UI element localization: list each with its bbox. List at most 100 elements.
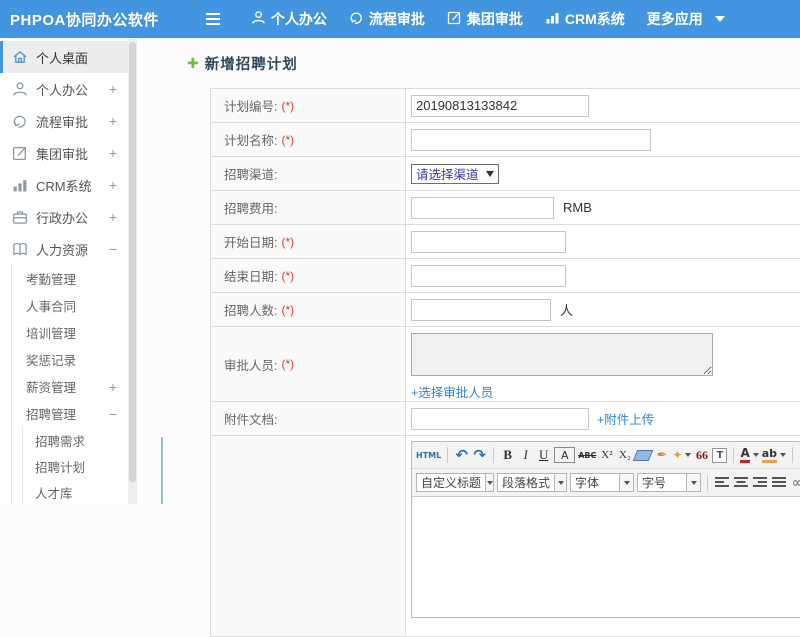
paste-as-text-button[interactable]: T	[712, 447, 728, 463]
font-size-select[interactable]: 字号	[637, 473, 701, 492]
sidebar-item-recruitment-demand[interactable]: 招聘需求	[23, 427, 128, 453]
blockquote-button[interactable]: 66	[694, 445, 709, 465]
nav-personal-office[interactable]: 个人办公	[251, 9, 327, 29]
expand-toggle[interactable]: +	[109, 177, 117, 193]
insert-link-button[interactable]: ∞	[790, 473, 800, 493]
sidebar-item-recruitment-plan[interactable]: 招聘计划	[23, 453, 128, 479]
subscript-button[interactable]: X₂	[617, 445, 632, 465]
font-box-button[interactable]: A	[554, 447, 576, 463]
edit-icon	[12, 145, 28, 161]
form-row-start-date: 开始日期: (*)	[211, 225, 800, 259]
magic-fill-button[interactable]: ✦	[672, 445, 692, 465]
sidebar-item-admin-office[interactable]: 行政办公 +	[0, 201, 128, 233]
align-justify-button[interactable]	[771, 476, 787, 489]
italic-button[interactable]: I	[518, 445, 533, 465]
start-date-input[interactable]	[411, 230, 566, 253]
sidebar-item-personnel-contract[interactable]: 人事合同	[12, 292, 128, 319]
hamburger-menu-icon[interactable]	[205, 12, 221, 26]
collapse-toggle[interactable]: −	[109, 406, 117, 422]
expand-toggle[interactable]: +	[109, 113, 117, 129]
recruit-cost-input[interactable]	[411, 196, 554, 219]
wand-icon: ✦	[672, 448, 683, 462]
plan-number-input[interactable]	[411, 94, 589, 117]
frame-edge-line	[161, 437, 163, 504]
attachment-input[interactable]	[411, 407, 589, 430]
editor-toolbar-row2: 自定义标题 段落格式 字体 字号 ∞	[412, 469, 800, 497]
html-source-button[interactable]: HTML	[416, 445, 441, 465]
form-row-approvers: 审批人员: (*) +选择审批人员	[211, 327, 800, 402]
select-caret-icon	[554, 474, 566, 491]
headcount-input[interactable]	[411, 298, 551, 321]
expand-toggle[interactable]: +	[109, 379, 117, 395]
sidebar-scrollbar[interactable]	[128, 38, 137, 504]
person-icon	[251, 10, 266, 28]
collapse-toggle[interactable]: −	[109, 241, 117, 257]
undo-button[interactable]: ↶	[454, 445, 469, 465]
nav-more-apps[interactable]: 更多应用	[647, 9, 725, 29]
custom-heading-select[interactable]: 自定义标题	[416, 473, 494, 492]
underline-button[interactable]: U	[536, 445, 551, 465]
sidebar-item-attendance-mgmt[interactable]: 考勤管理	[12, 265, 128, 292]
form-row-editor: HTML ↶ ↷ B I U A ABC X² X₂ ✒ ✦ 66 T A ab…	[211, 436, 800, 637]
form-row-end-date: 结束日期: (*)	[211, 259, 800, 293]
attachment-upload-link[interactable]: +附件上传	[597, 409, 654, 428]
select-caret-icon	[485, 170, 494, 177]
sidebar-item-salary-mgmt[interactable]: 薪资管理 +	[12, 373, 128, 400]
rich-text-editor: HTML ↶ ↷ B I U A ABC X² X₂ ✒ ✦ 66 T A ab…	[411, 441, 800, 618]
select-approvers-link[interactable]: +选择审批人员	[411, 382, 493, 401]
app-title: PHPOA协同办公软件	[10, 11, 159, 29]
scrollbar-thumb[interactable]	[129, 42, 136, 482]
highlight-color-button[interactable]: ab	[761, 445, 787, 465]
plan-name-input[interactable]	[411, 128, 651, 151]
bar-chart-icon	[12, 177, 28, 193]
sidebar-item-training-mgmt[interactable]: 培训管理	[12, 319, 128, 346]
end-date-input[interactable]	[411, 264, 566, 287]
sidebar-item-group-approval[interactable]: 集团审批 +	[0, 137, 128, 169]
caret-down-icon	[752, 453, 759, 457]
book-icon	[12, 241, 28, 257]
expand-toggle[interactable]: +	[109, 81, 117, 97]
align-right-button[interactable]	[752, 476, 768, 489]
channel-select[interactable]: 请选择渠道	[411, 163, 499, 184]
nav-workflow-approval[interactable]: 流程审批	[349, 9, 425, 29]
add-plus-icon: ✚	[187, 55, 199, 72]
sidebar-item-reward-punishment[interactable]: 奖惩记录	[12, 346, 128, 373]
sidebar-item-personal-desktop[interactable]: 个人桌面	[0, 41, 128, 73]
form-row-plan-number: 计划编号: (*)	[211, 89, 800, 123]
edit-icon	[447, 10, 462, 28]
sidebar-item-workflow-approval[interactable]: 流程审批 +	[0, 105, 128, 137]
briefcase-icon	[12, 209, 28, 225]
approvers-textarea[interactable]	[411, 333, 713, 376]
form-row-attachment: 附件文档: +附件上传	[211, 402, 800, 436]
font-family-select[interactable]: 字体	[570, 473, 634, 492]
sidebar-item-recruitment-mgmt[interactable]: 招聘管理 −	[12, 400, 128, 427]
hr-submenu: 考勤管理 人事合同 培训管理 奖惩记录 薪资管理 + 招聘管理 − 招聘需求 招…	[11, 265, 128, 505]
sidebar: 个人桌面 个人办公 + 流程审批 + 集团审批 + CRM系统 + 行政办公 +	[0, 38, 128, 505]
redo-button[interactable]: ↷	[472, 445, 487, 465]
select-caret-icon	[686, 474, 700, 491]
nav-group-approval[interactable]: 集团审批	[447, 9, 523, 29]
form-row-headcount: 招聘人数: (*) 人	[211, 293, 800, 327]
sidebar-item-talent-pool[interactable]: 人才库	[23, 479, 128, 505]
format-brush-button[interactable]: ✒	[654, 445, 669, 465]
editor-content-area[interactable]	[412, 497, 800, 617]
strikethrough-button[interactable]: ABC	[578, 445, 596, 465]
expand-toggle[interactable]: +	[109, 209, 117, 225]
superscript-button[interactable]: X²	[599, 445, 614, 465]
bold-button[interactable]: B	[500, 445, 515, 465]
select-caret-icon	[619, 474, 633, 491]
sidebar-item-personal-office[interactable]: 个人办公 +	[0, 73, 128, 105]
align-center-button[interactable]	[733, 476, 749, 489]
nav-crm-system[interactable]: CRM系统	[545, 9, 625, 29]
caret-down-icon	[714, 16, 725, 22]
unit-suffix: 人	[560, 303, 574, 318]
sidebar-item-crm-system[interactable]: CRM系统 +	[0, 169, 128, 201]
editor-toolbar-row1: HTML ↶ ↷ B I U A ABC X² X₂ ✒ ✦ 66 T A ab	[412, 442, 800, 469]
font-color-button[interactable]: A	[740, 445, 759, 465]
align-left-button[interactable]	[714, 476, 730, 489]
expand-toggle[interactable]: +	[109, 145, 117, 161]
remove-format-button[interactable]	[633, 445, 654, 465]
sidebar-item-human-resources[interactable]: 人力资源 −	[0, 233, 128, 265]
paragraph-format-select[interactable]: 段落格式	[497, 473, 567, 492]
bar-chart-icon	[545, 10, 560, 28]
